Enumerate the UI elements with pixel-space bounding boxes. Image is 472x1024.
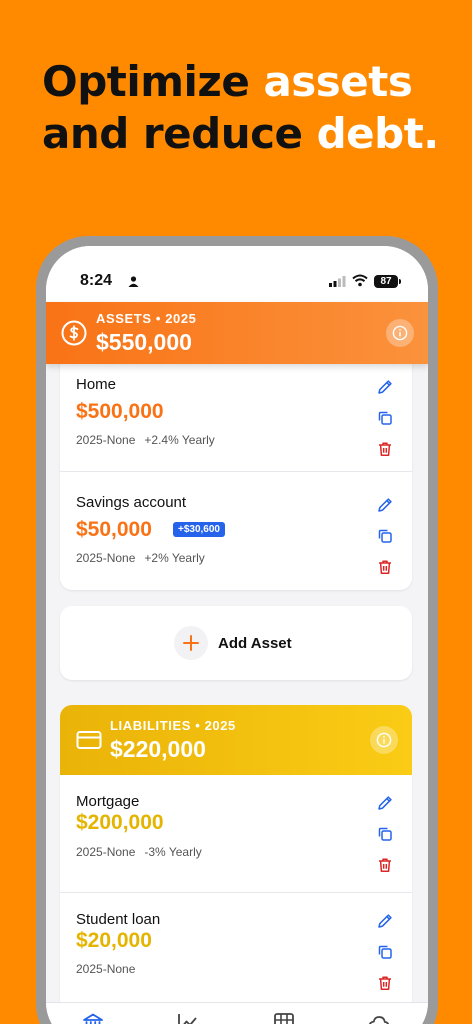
- liabilities-header: LIABILITIES • 2025 $220,000: [60, 705, 412, 775]
- person-icon: [128, 276, 139, 287]
- asset-name: Savings account: [76, 494, 187, 511]
- headline-part3: and reduce: [42, 109, 317, 158]
- headline-part1: Optimize: [42, 57, 264, 106]
- assets-info-button[interactable]: [386, 319, 414, 347]
- bank-icon[interactable]: [81, 1011, 105, 1024]
- liabilities-header-label: LIABILITIES • 2025: [110, 718, 236, 733]
- copy-icon[interactable]: [376, 527, 394, 545]
- phone-frame: 8:24 87 ASSETS • 2025 $550,000 Home $500…: [36, 236, 438, 1024]
- liability-item-mortgage[interactable]: Mortgage $200,000 2025-None -3% Yearly: [60, 775, 412, 893]
- credit-card-icon: [76, 731, 102, 749]
- pencil-icon[interactable]: [376, 794, 394, 812]
- liabilities-list: Mortgage $200,000 2025-None -3% Yearly St…: [60, 775, 412, 1011]
- copy-icon[interactable]: [376, 825, 394, 843]
- plus-button: [174, 626, 208, 660]
- assets-total: $550,000: [96, 329, 192, 355]
- pencil-icon[interactable]: [376, 912, 394, 930]
- status-bar: 8:24 87: [46, 246, 428, 302]
- liability-amount: $200,000: [76, 811, 164, 834]
- asset-item-savings[interactable]: Savings account $50,000 +$30,600 2025-No…: [60, 472, 412, 590]
- liability-growth: -3% Yearly: [144, 845, 202, 859]
- asset-item-home[interactable]: Home $500,000 2025-None +2.4% Yearly: [60, 354, 412, 472]
- projection-badge: +$30,600: [173, 522, 225, 537]
- trash-icon[interactable]: [376, 440, 394, 458]
- plus-icon: [183, 635, 199, 651]
- liability-date-range: 2025-None: [76, 962, 136, 976]
- asset-amount: $50,000: [76, 518, 152, 541]
- liability-date-range: 2025-None: [76, 845, 136, 859]
- add-asset-button[interactable]: Add Asset: [174, 626, 292, 660]
- asset-date-range: 2025-None: [76, 433, 136, 447]
- battery-tip: [399, 279, 401, 284]
- battery-indicator: 87: [374, 275, 398, 288]
- liability-name: Student loan: [76, 911, 161, 928]
- liability-meta: 2025-None -3% Yearly: [76, 845, 202, 859]
- asset-name: Home: [76, 376, 117, 393]
- add-asset-card: Add Asset: [60, 606, 412, 680]
- liability-amount: $20,000: [76, 929, 152, 952]
- add-asset-label: Add Asset: [218, 634, 292, 652]
- copy-icon[interactable]: [376, 409, 394, 427]
- dollar-coin-icon: [61, 320, 87, 346]
- tab-bar: [46, 1002, 428, 1024]
- liabilities-info-button[interactable]: [370, 726, 398, 754]
- assets-list: Home $500,000 2025-None +2.4% Yearly Savi…: [60, 354, 412, 590]
- asset-growth: +2% Yearly: [144, 551, 205, 565]
- headline-part4: debt.: [316, 109, 440, 158]
- trash-icon[interactable]: [376, 974, 394, 992]
- asset-date-range: 2025-None: [76, 551, 136, 565]
- assets-header-label: ASSETS • 2025: [96, 311, 197, 326]
- asset-amount: $500,000: [76, 400, 164, 423]
- table-icon[interactable]: [272, 1011, 296, 1024]
- status-time: 8:24: [80, 272, 113, 289]
- trash-icon[interactable]: [376, 856, 394, 874]
- trash-icon[interactable]: [376, 558, 394, 576]
- chart-icon[interactable]: [176, 1011, 200, 1024]
- asset-meta: 2025-None +2% Yearly: [76, 551, 205, 565]
- info-icon: [392, 325, 408, 341]
- asset-growth: +2.4% Yearly: [144, 433, 215, 447]
- liabilities-total: $220,000: [110, 736, 206, 762]
- wifi-icon: [352, 274, 368, 287]
- pencil-icon[interactable]: [376, 378, 394, 396]
- liability-meta: 2025-None: [76, 962, 135, 976]
- liability-item-student-loan[interactable]: Student loan $20,000 2025-None: [60, 893, 412, 1011]
- info-icon: [376, 732, 392, 748]
- cellular-signal-icon: [329, 276, 346, 287]
- copy-icon[interactable]: [376, 943, 394, 961]
- app-screen: 8:24 87 ASSETS • 2025 $550,000 Home $500…: [46, 246, 428, 1024]
- cloud-icon[interactable]: [367, 1011, 391, 1024]
- liability-name: Mortgage: [76, 793, 140, 810]
- assets-header: ASSETS • 2025 $550,000: [46, 302, 428, 364]
- pencil-icon[interactable]: [376, 496, 394, 514]
- headline-part2: assets: [263, 57, 413, 106]
- asset-meta: 2025-None +2.4% Yearly: [76, 433, 215, 447]
- headline: Optimize assets and reduce debt.: [42, 56, 439, 160]
